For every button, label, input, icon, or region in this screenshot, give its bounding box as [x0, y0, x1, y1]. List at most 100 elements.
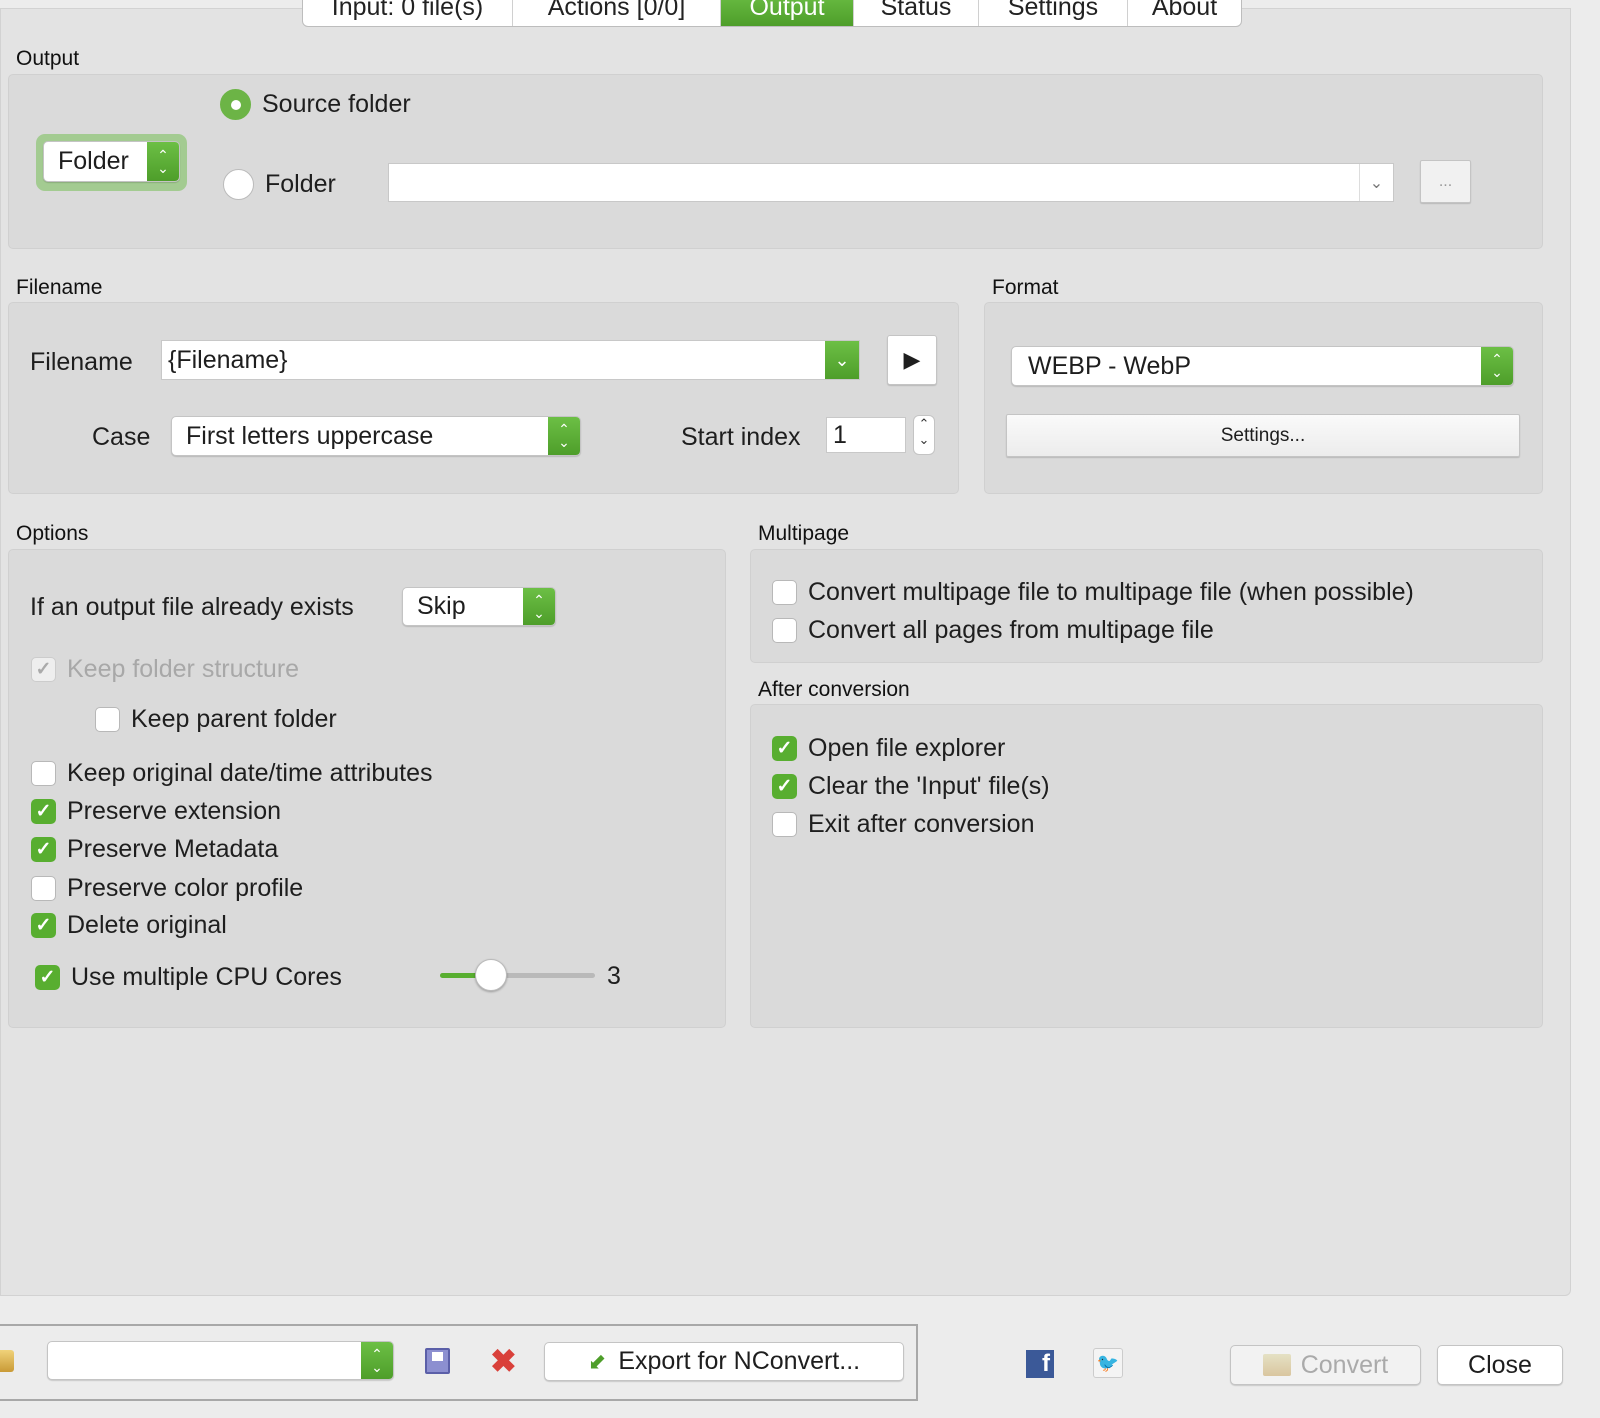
play-arrow-icon: ▶ — [903, 347, 921, 372]
twitter-icon[interactable]: 🐦 — [1093, 1348, 1123, 1378]
checkbox-label: Preserve Metadata — [67, 835, 279, 863]
checkbox-convert-all-pages[interactable]: Convert all pages from multipage file — [772, 616, 1214, 645]
format-select[interactable]: WEBP - WebP ⌃ ⌄ — [1011, 346, 1514, 386]
checkbox-label: Delete original — [67, 911, 227, 939]
checkbox-icon: ✓ — [31, 657, 56, 682]
checkbox-preserve-color-profile[interactable]: Preserve color profile — [31, 874, 303, 903]
case-label: Case — [92, 423, 151, 451]
checkbox-icon: ✓ — [31, 799, 56, 824]
tab-settings[interactable]: Settings — [979, 0, 1128, 26]
format-group-label: Format — [992, 276, 1059, 299]
browse-button[interactable]: ... — [1420, 160, 1471, 203]
checkbox-icon: ✓ — [31, 913, 56, 938]
insert-token-button[interactable]: ▶ — [887, 335, 937, 385]
checkbox-icon: ✓ — [35, 965, 60, 990]
checkbox-preserve-extension[interactable]: ✓ Preserve extension — [31, 797, 281, 826]
checkbox-delete-original[interactable]: ✓ Delete original — [31, 911, 227, 940]
case-value: First letters uppercase — [186, 421, 434, 450]
convert-icon — [1262, 1354, 1291, 1376]
exists-select[interactable]: Skip ⌃ ⌄ — [402, 587, 556, 626]
export-nconvert-button[interactable]: ⬋ Export for NConvert... — [544, 1342, 904, 1381]
slider-knob[interactable] — [475, 959, 508, 991]
checkbox-label: Keep original date/time attributes — [67, 759, 433, 787]
start-index-value: 1 — [833, 420, 847, 449]
format-group — [984, 302, 1543, 494]
cpu-cores-slider[interactable] — [440, 959, 595, 991]
radio-unselected-icon — [223, 169, 254, 200]
output-group-label: Output — [16, 47, 80, 70]
checkbox-label: Clear the 'Input' file(s) — [808, 772, 1050, 800]
cpu-cores-value: 3 — [607, 962, 621, 990]
checkbox-icon — [772, 580, 797, 605]
checkbox-icon — [772, 618, 797, 643]
stepper-icon: ⌃ ⌄ — [147, 142, 179, 181]
checkbox-icon — [31, 876, 56, 901]
output-mode-select[interactable]: Folder ⌃ ⌄ — [43, 141, 180, 182]
checkbox-open-file-explorer[interactable]: ✓ Open file explorer — [772, 734, 1005, 763]
format-settings-button[interactable]: Settings... — [1006, 414, 1520, 457]
filename-label: Filename — [30, 348, 133, 376]
stepper-icon: ⌃ ⌄ — [1481, 347, 1513, 385]
checkbox-label: Keep folder structure — [67, 655, 300, 683]
exists-label: If an output file already exists — [30, 593, 354, 621]
radio-source-folder[interactable]: Source folder — [220, 89, 411, 120]
export-icon: ⬋ — [587, 1348, 607, 1374]
filename-group-label: Filename — [16, 276, 103, 299]
checkbox-exit-after[interactable]: Exit after conversion — [772, 810, 1035, 839]
facebook-icon[interactable]: f — [1026, 1350, 1054, 1378]
tab-about[interactable]: About — [1128, 0, 1241, 26]
checkbox-label: Preserve extension — [67, 797, 282, 825]
load-preset-icon[interactable] — [0, 1350, 14, 1372]
checkbox-label: Use multiple CPU Cores — [71, 963, 342, 991]
start-index-input[interactable]: 1 — [826, 417, 906, 453]
checkbox-preserve-metadata[interactable]: ✓ Preserve Metadata — [31, 835, 278, 864]
checkbox-clear-input[interactable]: ✓ Clear the 'Input' file(s) — [772, 772, 1050, 801]
checkbox-label: Preserve color profile — [67, 874, 304, 902]
convert-label: Convert — [1300, 1350, 1389, 1379]
start-index-stepper[interactable]: ⌃ ⌄ — [913, 415, 935, 455]
checkbox-label: Exit after conversion — [808, 810, 1035, 838]
radio-selected-icon — [220, 89, 251, 120]
checkbox-keep-date[interactable]: Keep original date/time attributes — [31, 759, 433, 788]
export-label: Export for NConvert... — [618, 1347, 861, 1375]
filename-input[interactable]: {Filename} ⌄ — [161, 340, 860, 380]
case-select[interactable]: First letters uppercase ⌃ ⌄ — [171, 416, 581, 456]
options-group-label: Options — [16, 522, 89, 545]
checkbox-label: Keep parent folder — [131, 705, 337, 733]
checkbox-icon — [31, 761, 56, 786]
filename-group — [8, 302, 959, 494]
tab-input[interactable]: Input: 0 file(s) — [303, 0, 513, 26]
checkbox-label: Convert multipage file to multipage file… — [808, 578, 1414, 606]
radio-folder[interactable]: Folder — [223, 169, 336, 200]
start-index-label: Start index — [681, 423, 801, 451]
tab-output[interactable]: Output — [721, 0, 854, 26]
checkbox-icon: ✓ — [31, 837, 56, 862]
close-button[interactable]: Close — [1437, 1345, 1563, 1385]
checkbox-multipage-to-multipage[interactable]: Convert multipage file to multipage file… — [772, 578, 1414, 607]
folder-path-input[interactable]: ⌄ — [388, 163, 1394, 202]
delete-preset-icon[interactable]: ✖ — [490, 1342, 517, 1380]
tab-actions[interactable]: Actions [0/0] — [513, 0, 721, 26]
format-value: WEBP - WebP — [1028, 351, 1192, 380]
radio-source-folder-label: Source folder — [262, 90, 411, 118]
multipage-group-label: Multipage — [758, 522, 850, 545]
tab-status[interactable]: Status — [854, 0, 979, 26]
chevron-down-icon[interactable]: ⌄ — [825, 341, 859, 379]
exists-value: Skip — [417, 592, 466, 620]
checkbox-keep-folder-structure[interactable]: ✓ Keep folder structure — [31, 655, 299, 684]
stepper-icon: ⌃ ⌄ — [523, 588, 555, 625]
save-preset-icon[interactable] — [425, 1348, 450, 1374]
convert-button[interactable]: Convert — [1230, 1345, 1421, 1385]
preset-select[interactable]: ⌃ ⌄ — [47, 1341, 394, 1380]
tab-bar: Input: 0 file(s) Actions [0/0] Output St… — [302, 0, 1242, 27]
chevron-down-icon[interactable]: ⌄ — [1359, 164, 1393, 201]
checkbox-icon: ✓ — [772, 736, 797, 761]
checkbox-label: Convert all pages from multipage file — [808, 616, 1214, 644]
checkbox-icon — [95, 707, 120, 732]
filename-value: {Filename} — [168, 345, 288, 374]
checkbox-multiple-cpu[interactable]: ✓ Use multiple CPU Cores — [35, 963, 342, 992]
stepper-icon: ⌃ ⌄ — [548, 417, 580, 455]
checkbox-keep-parent-folder[interactable]: Keep parent folder — [95, 705, 337, 734]
stepper-icon: ⌃ ⌄ — [361, 1342, 393, 1379]
checkbox-icon: ✓ — [772, 774, 797, 799]
